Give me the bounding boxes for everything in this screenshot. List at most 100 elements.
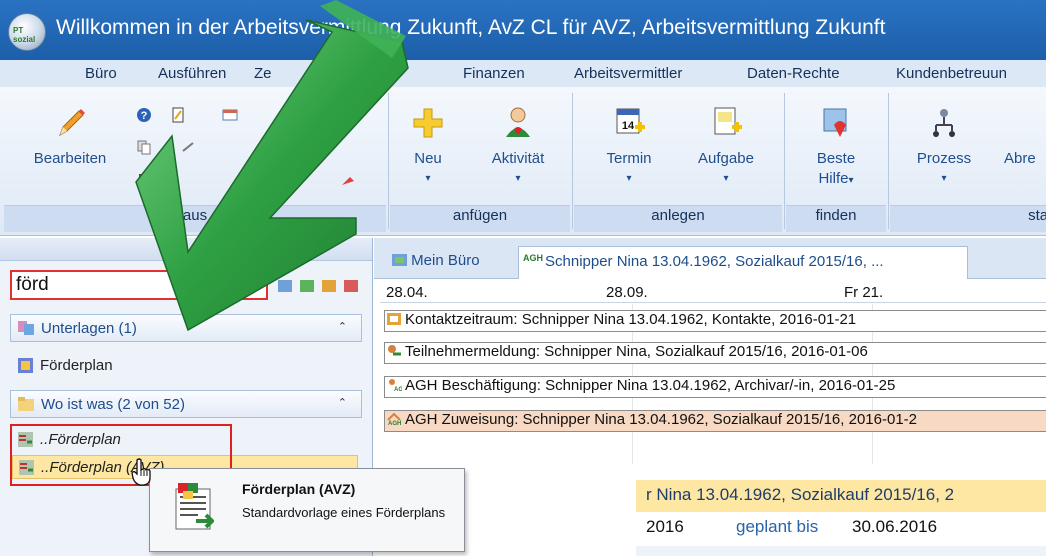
edit-label: Bearbeiten [33, 150, 107, 167]
menu-buero[interactable]: Büro [85, 65, 117, 82]
process-icon [933, 109, 955, 137]
group-create-label: anlegen [651, 207, 705, 224]
title-bar: PT sozial Willkommen in der Arbeitsvermi… [0, 0, 1046, 60]
svg-text:AGH: AGH [394, 387, 402, 392]
collapse-chevron-icon[interactable]: ⌃ [338, 320, 347, 333]
task-dropdown-icon[interactable]: ▾ [684, 169, 768, 189]
timeline-label: Fr 21. [844, 284, 884, 301]
timeline-label: 28.04. [386, 284, 428, 301]
timeline-item-assignment[interactable]: AGH AGH Zuweisung: Schnipper Nina 13.04.1… [384, 410, 1046, 432]
appointment-button[interactable]: 14 Termin ▾ [594, 105, 664, 189]
office-icon [392, 254, 407, 266]
template-large-icon [175, 483, 214, 530]
svg-text:AGH: AGH [388, 421, 401, 426]
search-toolbar-icons[interactable] [276, 277, 366, 295]
tooltip: Förderplan (AVZ) Standardvorlage eines F… [149, 468, 465, 552]
info-next-row [636, 546, 1046, 556]
menu-arbeitsvermittler[interactable]: Arbeitsvermittler [574, 65, 682, 82]
tab-person[interactable]: AGH Schnipper Nina 13.04.1962, Sozialkau… [518, 246, 968, 279]
best-help-button[interactable]: Beste Hilfe▾ [796, 105, 876, 191]
activity-dropdown-icon[interactable]: ▾ [472, 169, 564, 189]
help-heart-icon [823, 108, 847, 137]
timeline-axis [380, 302, 1046, 303]
pencil-icon [59, 109, 85, 137]
edit-button[interactable]: Bearbeiten [20, 105, 120, 169]
task-icon [714, 107, 742, 135]
menu-zeit[interactable]: Ze [254, 65, 272, 82]
activity-label: Aktivität [491, 150, 545, 167]
exit-door-icon[interactable] [136, 173, 152, 189]
help-dropdown-icon[interactable]: ▾ [848, 175, 853, 186]
form-icon [18, 358, 33, 373]
group-append-label: anfügen [452, 207, 508, 224]
info-headline-row: r Nina 13.04.1962, Sozialkauf 2015/16, 2 [636, 480, 1046, 512]
info-year: 2016 [646, 517, 684, 536]
tooltip-description: Standardvorlage eines Förderplans [242, 505, 446, 520]
best-label: Beste [816, 150, 856, 167]
ribbon: Bearbeiten ? aus Neu ▾ Aktivität ▾ anfüg… [0, 87, 1046, 236]
tab-my-office[interactable]: Mein Büro [392, 252, 480, 280]
employment-icon: AGH [389, 379, 402, 392]
note-icon[interactable] [170, 107, 186, 123]
abr-label: Abre [1004, 150, 1036, 167]
assignment-icon: AGH [387, 412, 401, 426]
contact-icon [387, 313, 401, 325]
hand-cursor-icon [131, 458, 151, 486]
copy-icon[interactable] [136, 139, 152, 155]
ribbon-separator [388, 93, 389, 229]
menu-finanzen[interactable]: Finanzen [463, 65, 525, 82]
new-dropdown-icon[interactable]: ▾ [398, 169, 458, 189]
menu-daten-rechte[interactable]: Daten-Rechte [747, 65, 840, 82]
appointment-label: Termin [606, 150, 652, 167]
info-planned-label: geplant bis [736, 517, 819, 536]
window-icon[interactable] [222, 107, 238, 123]
group-start-text: starten [1028, 207, 1046, 224]
collapse-chevron-icon[interactable]: ⌃ [338, 396, 347, 409]
list-item-foerderplan[interactable]: Förderplan [12, 354, 362, 378]
menu-kundenbetreuung[interactable]: Kundenbetreuun [896, 65, 1007, 82]
registration-icon [388, 345, 401, 356]
agh-badge: AGH [523, 253, 543, 263]
section-where-label: Wo ist was (2 von 52) [41, 396, 185, 413]
link-icon[interactable] [180, 139, 196, 155]
left-panel-header [0, 238, 372, 261]
info-dates-row: 2016 geplant bis 30.06.2016 [636, 512, 1046, 542]
app-logo-icon[interactable]: PT sozial [8, 13, 46, 51]
abr-button[interactable]: Abre [1004, 105, 1046, 169]
info-planned-date: 30.06.2016 [852, 517, 938, 536]
info-headline: r Nina 13.04.1962, Sozialkauf 2015/16, 2 [646, 485, 955, 504]
section-where-is-what[interactable]: Wo ist was (2 von 52) ⌃ [10, 390, 362, 418]
section-documents[interactable]: Unterlagen (1) ⌃ [10, 314, 362, 342]
help-icon[interactable]: ? [136, 107, 152, 123]
tab-my-office-label: Mein Büro [411, 252, 480, 269]
task-button[interactable]: Aufgabe ▾ [684, 105, 768, 189]
timeline-item-employment[interactable]: AGHAGH Beschäftigung: Schnipper Nina 13.… [384, 376, 1046, 398]
process-label: Prozess [916, 150, 972, 167]
tab-person-label: Schnipper Nina 13.04.1962, Sozialkauf 20… [545, 253, 884, 270]
documents-icon [18, 321, 34, 335]
activity-button[interactable]: Aktivität ▾ [472, 105, 564, 189]
timeline-item-text: AGH Zuweisung: Schnipper Nina 13.04.1962… [405, 411, 917, 428]
person-heart-icon [506, 107, 530, 137]
calendar-icon: 14 [616, 108, 645, 134]
timeline-item-contact[interactable]: Kontaktzeitraum: Schnipper Nina 13.04.19… [384, 310, 1046, 332]
timeline-item-registration[interactable]: Teilnehmermeldung: Schnipper Nina, Sozia… [384, 342, 1046, 364]
svg-text:?: ? [141, 110, 148, 122]
new-button[interactable]: Neu ▾ [398, 105, 458, 189]
process-button[interactable]: Prozess ▾ [904, 105, 984, 189]
process-dropdown-icon[interactable]: ▾ [904, 169, 984, 189]
group-start-label: starten [890, 207, 1046, 224]
timeline-label: 28.09. [606, 284, 648, 301]
app-logo-text: PT sozial [13, 26, 36, 44]
arrow-icon[interactable] [340, 173, 356, 189]
help-label: Hilfe [818, 170, 849, 187]
menu-ausfuehren[interactable]: Ausführen [158, 65, 226, 82]
new-label: Neu [414, 150, 442, 167]
window-title: Willkommen in der Arbeitsvermittlung Zuk… [56, 16, 886, 39]
menu-bar: Büro Ausführen Ze Finanzen Arbeitsvermit… [0, 60, 1046, 88]
appointment-dropdown-icon[interactable]: ▾ [594, 169, 664, 189]
calendar-day: 14 [622, 120, 635, 132]
search-field[interactable] [10, 270, 268, 300]
group-aus-label: aus [182, 207, 208, 224]
search-input[interactable] [12, 272, 266, 298]
